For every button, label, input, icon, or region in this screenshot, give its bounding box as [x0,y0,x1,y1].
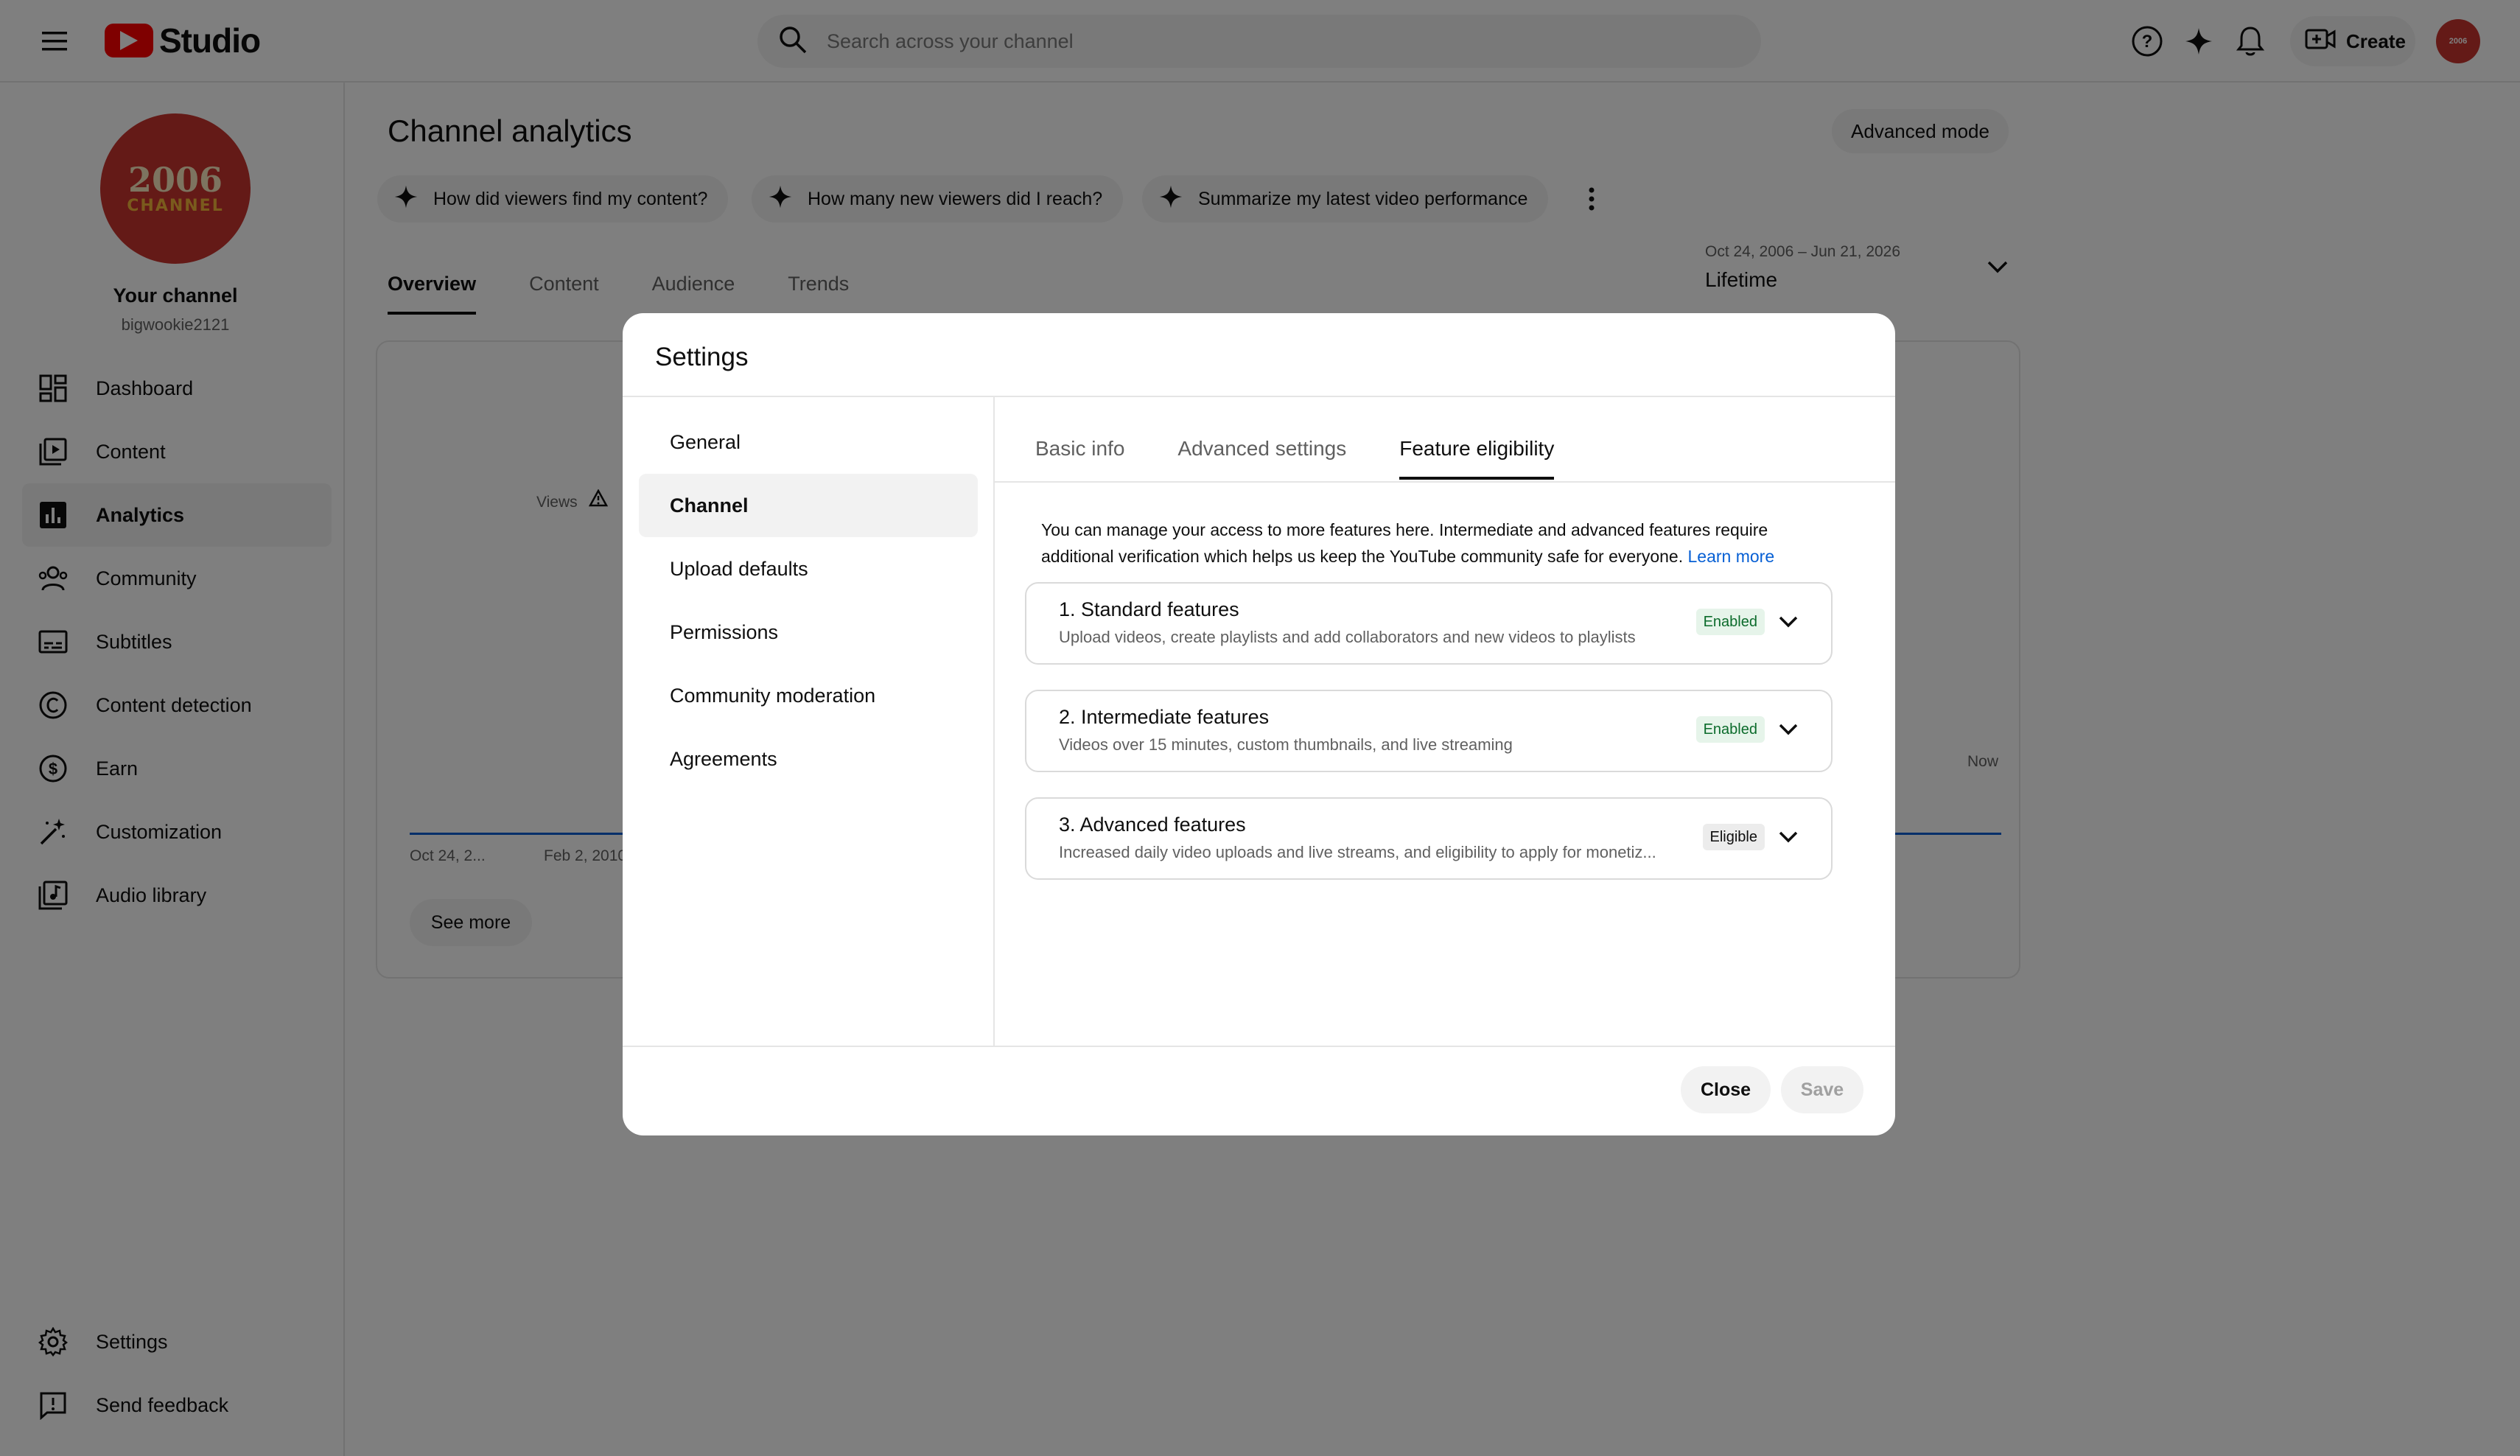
intro-body: You can manage your access to more featu… [1041,520,1768,566]
settings-nav-permissions[interactable]: Permissions [639,601,978,664]
feature-description: Videos over 15 minutes, custom thumbnail… [1059,735,1513,754]
chevron-down-icon[interactable] [1775,716,1802,743]
settings-nav-general[interactable]: General [639,410,978,474]
feature-description: Upload videos, create playlists and add … [1059,628,1636,646]
divider [993,397,995,1046]
status-badge: Eligible [1702,824,1765,850]
save-button[interactable]: Save [1781,1066,1863,1113]
tab-advanced-settings[interactable]: Advanced settings [1177,437,1346,480]
learn-more-link[interactable]: Learn more [1688,547,1775,566]
settings-nav-channel[interactable]: Channel [639,474,978,537]
feature-card-intermediate[interactable]: 2. Intermediate features Videos over 15 … [1025,690,1833,772]
close-button[interactable]: Close [1681,1066,1771,1113]
tab-basic-info[interactable]: Basic info [1035,437,1124,480]
channel-settings-tabs: Basic info Advanced settings Feature eli… [1035,437,1555,480]
divider [623,1046,1895,1047]
settings-dialog: Settings General Channel Upload defaults… [623,313,1895,1135]
feature-title: 3. Advanced features [1059,813,1246,836]
feature-card-advanced[interactable]: 3. Advanced features Increased daily vid… [1025,797,1833,880]
feature-intro-text: You can manage your access to more featu… [1041,517,1830,570]
tab-feature-eligibility[interactable]: Feature eligibility [1399,437,1555,480]
divider [995,481,1895,483]
feature-card-standard[interactable]: 1. Standard features Upload videos, crea… [1025,582,1833,665]
chevron-down-icon[interactable] [1775,824,1802,850]
status-badge: Enabled [1695,716,1765,743]
chevron-down-icon[interactable] [1775,609,1802,635]
divider [623,396,1895,397]
settings-nav-agreements[interactable]: Agreements [639,727,978,791]
status-badge: Enabled [1695,609,1765,635]
feature-description: Increased daily video uploads and live s… [1059,843,1656,861]
dialog-title: Settings [655,343,749,371]
feature-title: 2. Intermediate features [1059,706,1270,728]
settings-nav-community-moderation[interactable]: Community moderation [639,664,978,727]
settings-nav-upload-defaults[interactable]: Upload defaults [639,537,978,601]
feature-title: 1. Standard features [1059,598,1239,620]
